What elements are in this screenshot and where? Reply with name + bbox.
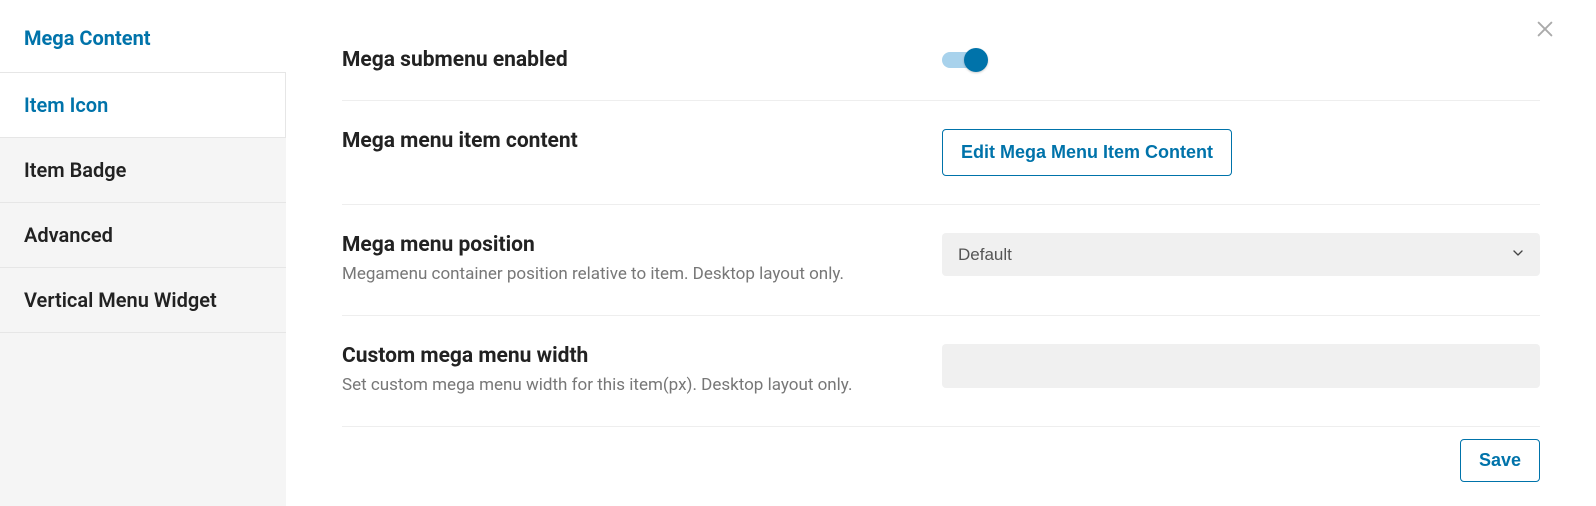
sidebar-item-advanced[interactable]: Advanced (0, 202, 286, 267)
sidebar-item-label: Item Badge (24, 158, 126, 182)
sidebar-title: Mega Content (0, 0, 286, 72)
position-select-wrapper: Default (942, 233, 1540, 276)
submenu-enabled-label: Mega submenu enabled (342, 48, 942, 72)
custom-width-label: Custom mega menu width (342, 344, 942, 368)
close-icon (1534, 18, 1556, 40)
sidebar-item-label: Item Icon (24, 93, 108, 117)
toggle-knob (964, 48, 988, 72)
sidebar-item-vertical-menu-widget[interactable]: Vertical Menu Widget (0, 267, 286, 333)
submenu-enabled-toggle[interactable] (942, 48, 988, 72)
main-content: Mega submenu enabled Mega menu item cont… (286, 0, 1596, 506)
position-description: Megamenu container position relative to … (342, 263, 942, 287)
row-position: Mega menu position Megamenu container po… (342, 205, 1540, 316)
sidebar-item-item-badge[interactable]: Item Badge (0, 137, 286, 202)
row-item-content: Mega menu item content Edit Mega Menu It… (342, 101, 1540, 205)
item-content-label: Mega menu item content (342, 129, 942, 153)
save-button[interactable]: Save (1460, 439, 1540, 482)
sidebar-item-label: Advanced (24, 223, 113, 247)
custom-width-description: Set custom mega menu width for this item… (342, 374, 942, 398)
close-button[interactable] (1534, 18, 1556, 40)
footer: Save (342, 439, 1540, 482)
sidebar-item-item-icon[interactable]: Item Icon (0, 72, 286, 137)
sidebar: Mega Content Item Icon Item Badge Advanc… (0, 0, 286, 506)
edit-mega-menu-content-button[interactable]: Edit Mega Menu Item Content (942, 129, 1232, 176)
row-custom-width: Custom mega menu width Set custom mega m… (342, 316, 1540, 427)
custom-width-input[interactable] (942, 344, 1540, 388)
position-label: Mega menu position (342, 233, 942, 257)
sidebar-item-label: Vertical Menu Widget (24, 288, 217, 312)
row-submenu-enabled: Mega submenu enabled (342, 20, 1540, 101)
position-select[interactable]: Default (942, 233, 1540, 276)
app-root: Mega Content Item Icon Item Badge Advanc… (0, 0, 1596, 506)
